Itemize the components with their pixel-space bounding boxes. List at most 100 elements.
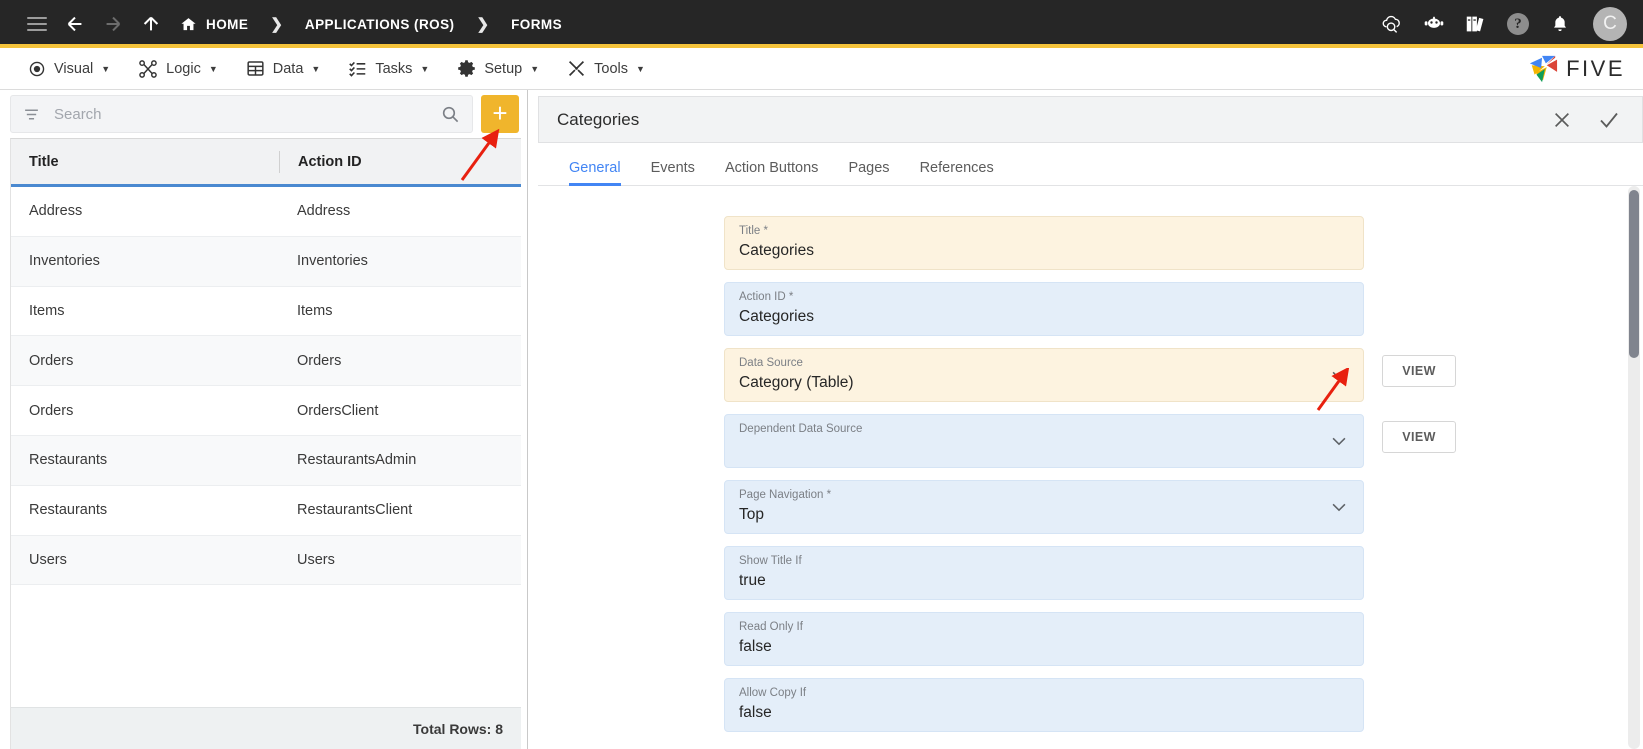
tab-general[interactable]: General xyxy=(554,160,636,186)
menu-logic[interactable]: Logic ▼ xyxy=(124,48,232,89)
page-navigation-field[interactable]: Page Navigation * Top xyxy=(724,480,1364,534)
table-row[interactable]: Inventories Inventories xyxy=(11,236,521,287)
form-scrollbar-thumb[interactable] xyxy=(1629,190,1639,358)
robot-icon xyxy=(1424,16,1444,28)
page-navigation-dropdown-chevron[interactable] xyxy=(1329,497,1349,517)
top-navigation-bar: HOME ❯ APPLICATIONS (ROS) ❯ FORMS ? C xyxy=(0,0,1643,48)
action-id-field[interactable]: Action ID * Categories xyxy=(724,282,1364,336)
library-button[interactable] xyxy=(1457,5,1495,43)
forms-data-grid: Title Action ID Address Address Inventor… xyxy=(10,138,521,749)
action-id-field-value: Categories xyxy=(739,308,814,325)
detail-panel-header: Categories xyxy=(538,96,1643,143)
dependent-data-source-view-button[interactable]: VIEW xyxy=(1382,421,1456,453)
check-icon[interactable] xyxy=(1598,109,1620,131)
read-only-if-field[interactable]: Read Only If false xyxy=(724,612,1364,666)
search-toolbar: + xyxy=(0,90,527,138)
dependent-data-source-dropdown-chevron[interactable] xyxy=(1329,431,1349,451)
data-source-field[interactable]: Data Source Category (Table) xyxy=(724,348,1364,402)
data-source-dropdown-chevron[interactable] xyxy=(1329,365,1349,385)
menu-tasks-label: Tasks xyxy=(375,60,413,77)
cell-title: Address xyxy=(29,203,83,220)
tab-pages[interactable]: Pages xyxy=(833,160,904,185)
cell-title: Items xyxy=(29,302,65,319)
page-title: Categories xyxy=(557,109,640,129)
hamburger-icon xyxy=(27,13,47,35)
back-button[interactable] xyxy=(56,5,94,43)
chevron-down-icon: ▼ xyxy=(311,63,321,74)
form-scrollbar-track[interactable] xyxy=(1628,186,1640,749)
form-row-title: Title * Categories xyxy=(538,216,1643,270)
grid-footer: Total Rows: 8 xyxy=(11,707,521,749)
filter-icon[interactable] xyxy=(23,106,40,123)
cloud-search-icon xyxy=(1382,15,1400,33)
tools-icon xyxy=(567,59,586,78)
tab-events[interactable]: Events xyxy=(636,160,710,185)
search-field-wrapper[interactable] xyxy=(10,95,473,133)
cell-action-id: OrdersClient xyxy=(297,402,379,419)
breadcrumb-item-home[interactable]: HOME xyxy=(176,16,252,33)
topbar-actions: ? C xyxy=(1373,5,1629,43)
allow-copy-if-field[interactable]: Allow Copy If false xyxy=(724,678,1364,732)
forward-button[interactable] xyxy=(94,5,132,43)
show-title-if-field-label: Show Title If xyxy=(739,555,802,567)
menu-setup-label: Setup xyxy=(484,60,523,77)
five-logo-text: FIVE xyxy=(1566,55,1625,81)
menu-tasks[interactable]: Tasks ▼ xyxy=(334,48,443,89)
column-header-title[interactable]: Title xyxy=(11,154,279,170)
chevron-down-icon: ▼ xyxy=(530,63,540,74)
breadcrumb-item-forms[interactable]: FORMS xyxy=(507,17,566,32)
breadcrumb: HOME ❯ APPLICATIONS (ROS) ❯ FORMS xyxy=(176,16,566,33)
tab-action-buttons[interactable]: Action Buttons xyxy=(710,160,834,185)
detail-panel-actions xyxy=(1552,109,1620,131)
menu-data[interactable]: Data ▼ xyxy=(232,48,335,89)
help-button[interactable]: ? xyxy=(1499,5,1537,43)
table-row[interactable]: Items Items xyxy=(11,287,521,337)
chevron-down-icon: ▼ xyxy=(636,63,645,74)
help-icon: ? xyxy=(1507,13,1529,35)
table-row[interactable]: Address Address xyxy=(11,187,521,237)
cell-action-id: RestaurantsClient xyxy=(297,502,413,519)
breadcrumb-separator: ❯ xyxy=(476,15,490,33)
up-button[interactable] xyxy=(132,5,170,43)
show-title-if-field[interactable]: Show Title If true xyxy=(724,546,1364,600)
form-scroll-area: Title * Categories Action ID * Categorie… xyxy=(538,186,1643,749)
arrow-left-icon xyxy=(67,16,82,32)
table-row[interactable]: Users Users xyxy=(11,535,521,586)
cell-action-id: Users xyxy=(297,551,335,568)
arrow-right-icon xyxy=(106,16,121,32)
column-header-action-id[interactable]: Action ID xyxy=(280,154,521,170)
menu-visual-label: Visual xyxy=(54,60,94,77)
form-detail-panel: Categories General Events Action Buttons… xyxy=(528,90,1643,749)
table-row[interactable]: Orders OrdersClient xyxy=(11,386,521,436)
bell-icon xyxy=(1554,16,1566,31)
logic-nodes-icon xyxy=(138,59,158,79)
chevron-down-icon: ▼ xyxy=(101,63,111,74)
title-field-value: Categories xyxy=(739,242,814,259)
hamburger-menu-button[interactable] xyxy=(18,5,56,43)
add-record-button[interactable]: + xyxy=(481,95,519,133)
table-row[interactable]: Restaurants RestaurantsAdmin xyxy=(11,435,521,486)
dependent-data-source-field-value xyxy=(739,439,1349,459)
avatar[interactable]: C xyxy=(1593,7,1627,41)
cell-title: Orders xyxy=(29,402,74,419)
data-source-view-button[interactable]: VIEW xyxy=(1382,355,1456,387)
search-input[interactable] xyxy=(54,105,427,123)
breadcrumb-item-applications[interactable]: APPLICATIONS (ROS) xyxy=(301,17,459,32)
search-icon[interactable] xyxy=(441,105,460,124)
cloud-search-button[interactable] xyxy=(1373,5,1411,43)
menu-visual[interactable]: Visual ▼ xyxy=(14,48,124,89)
notifications-button[interactable] xyxy=(1541,5,1579,43)
menu-tools[interactable]: Tools ▼ xyxy=(553,48,659,89)
tab-references[interactable]: References xyxy=(905,160,1009,185)
cell-title: Orders xyxy=(29,352,74,369)
read-only-if-field-label: Read Only If xyxy=(739,621,803,633)
table-row[interactable]: Restaurants RestaurantsClient xyxy=(11,486,521,536)
dependent-data-source-field[interactable]: Dependent Data Source xyxy=(724,414,1364,468)
title-field[interactable]: Title * Categories xyxy=(724,216,1364,270)
dependent-data-source-field-label: Dependent Data Source xyxy=(739,423,863,435)
form-row-action-id: Action ID * Categories xyxy=(538,282,1643,336)
assistant-button[interactable] xyxy=(1415,5,1453,43)
table-row[interactable]: Orders Orders xyxy=(11,336,521,387)
close-icon[interactable] xyxy=(1552,110,1572,130)
menu-setup[interactable]: Setup ▼ xyxy=(443,48,553,89)
